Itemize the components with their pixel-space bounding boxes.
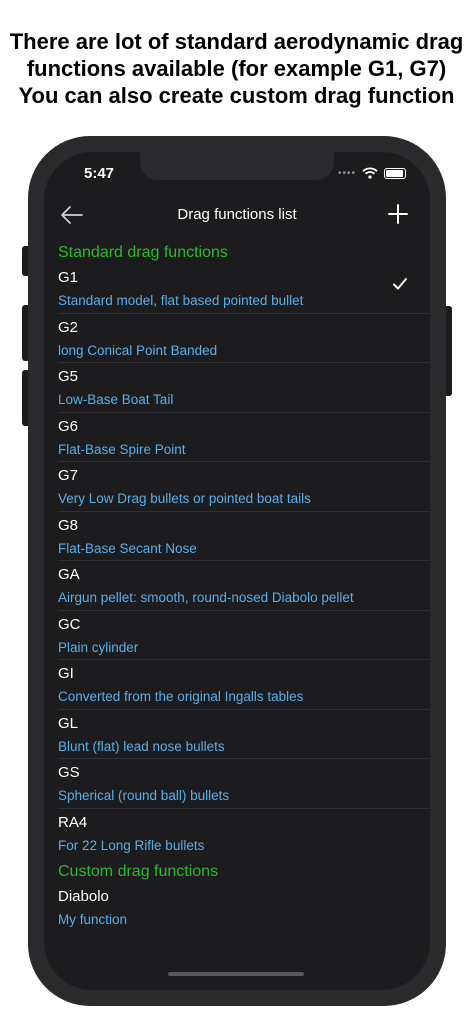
item-description: Flat-Base Secant Nose — [58, 540, 197, 556]
item-name: Diabolo — [58, 888, 109, 905]
item-name: G8 — [58, 516, 79, 534]
list-item[interactable]: RA4 For 22 Long Rifle bullets — [58, 809, 430, 859]
section-header-custom: Custom drag functions — [58, 863, 219, 880]
item-name: GL — [58, 714, 79, 732]
app-screen: 5:47 •••• Drag functions list Standard d… — [44, 152, 430, 990]
caption-line: There are lot of standard aerodynamic dr… — [9, 29, 464, 54]
notch — [140, 152, 334, 180]
item-name: GC — [58, 615, 81, 633]
home-indicator — [168, 972, 304, 976]
item-name: GI — [58, 665, 74, 682]
battery-icon — [384, 167, 406, 179]
item-name: G2 — [58, 318, 79, 336]
page-title: Drag functions list — [177, 206, 297, 223]
item-name: G5 — [58, 368, 79, 385]
caption-line: functions available (for example G1, G7) — [26, 56, 447, 81]
list-item[interactable]: GS Spherical (round ball) bullets — [58, 759, 430, 809]
list-item[interactable]: GI Converted from the original Ingalls ta… — [58, 660, 430, 710]
list-item[interactable]: G2 long Conical Point Banded — [58, 314, 430, 363]
section-header-standard: Standard drag functions — [58, 244, 228, 261]
caption-line: You can also create custom drag function — [18, 83, 455, 108]
item-description: Very Low Drag bullets or pointed boat ta… — [58, 491, 311, 506]
item-description: long Conical Point Banded — [58, 342, 218, 358]
list-item[interactable]: G7 Very Low Drag bullets or pointed boat … — [58, 462, 430, 512]
status-time: 5:47 — [84, 165, 115, 182]
list-item[interactable]: G6 Flat-Base Spire Point — [58, 413, 430, 462]
item-description: Flat-Base Spire Point — [58, 441, 186, 457]
wifi-icon — [362, 167, 378, 179]
list-item[interactable]: G5 Low-Base Boat Tail — [58, 363, 430, 413]
item-description: Plain cylinder — [58, 639, 139, 655]
drag-functions-list: Standard drag functions G1 Standard model… — [58, 242, 430, 933]
item-name: G1 — [58, 269, 79, 286]
item-name: GS — [58, 764, 80, 781]
promo-caption: There are lot of standard aerodynamic dr… — [0, 28, 473, 109]
plus-icon[interactable] — [386, 202, 410, 226]
item-description: Low-Base Boat Tail — [58, 392, 174, 407]
item-name: GA — [58, 566, 80, 583]
item-description: Spherical (round ball) bullets — [58, 788, 230, 803]
item-description: Airgun pellet: smooth, round-nosed Diabo… — [58, 590, 354, 605]
item-description: Blunt (flat) lead nose bullets — [58, 738, 225, 754]
item-name: G6 — [58, 417, 79, 435]
list-item[interactable]: GA Airgun pellet: smooth, round-nosed Dia… — [58, 561, 430, 611]
list-item[interactable]: GL Blunt (flat) lead nose bullets — [58, 710, 430, 759]
list-item[interactable]: GC Plain cylinder — [58, 611, 430, 660]
item-description: Standard model, flat based pointed bulle… — [58, 293, 304, 308]
item-description: For 22 Long Rifle bullets — [58, 837, 205, 853]
list-item[interactable]: Diabolo My function — [58, 883, 430, 933]
status-icons: •••• — [338, 166, 406, 180]
list-item[interactable]: G8 Flat-Base Secant Nose — [58, 512, 430, 561]
item-description: Converted from the original Ingalls tabl… — [58, 689, 304, 704]
item-description: My function — [58, 912, 128, 927]
signal-dots-icon: •••• — [337, 167, 356, 179]
checkmark-icon — [393, 278, 407, 290]
list-item[interactable]: G1 Standard model, flat based pointed bul… — [58, 264, 430, 314]
item-name: G7 — [58, 467, 79, 484]
navigation-bar: Drag functions list — [44, 200, 430, 230]
item-name: RA4 — [58, 813, 88, 831]
